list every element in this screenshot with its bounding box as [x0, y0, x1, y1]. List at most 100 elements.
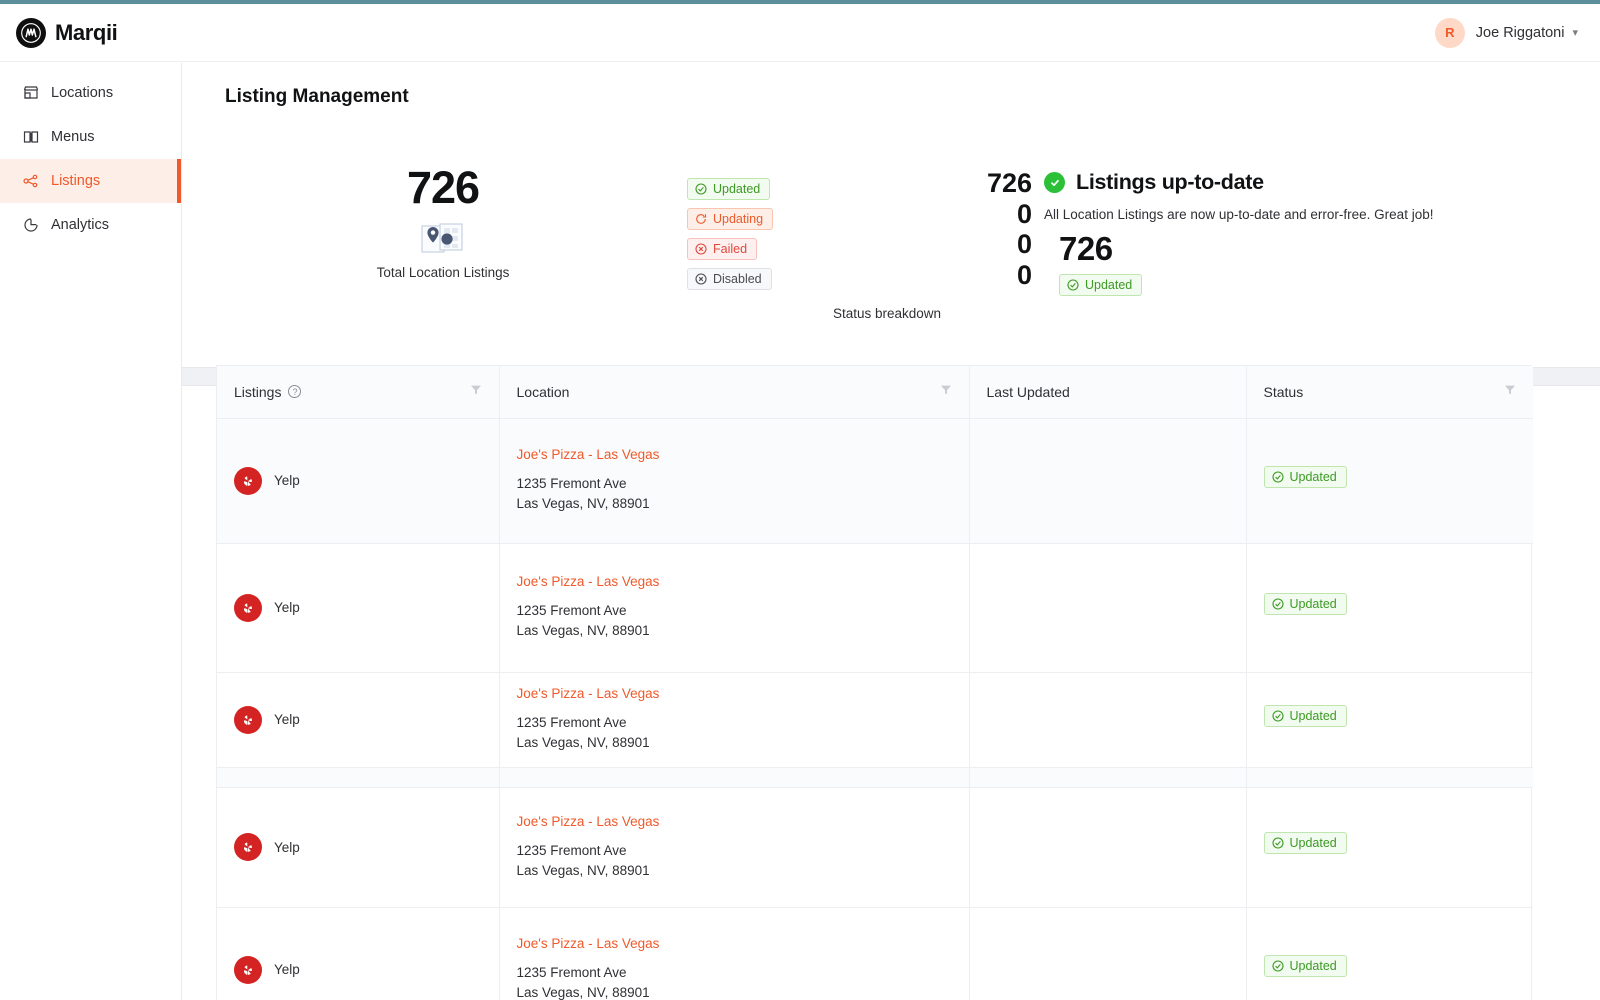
- table-row[interactable]: Yelp Joe's Pizza - Las Vegas 1235 Fremon…: [217, 787, 1533, 908]
- yelp-icon: [234, 466, 262, 495]
- status-breakdown-badges: Updated Updating Failed Disabled: [687, 178, 774, 298]
- book-open-icon: [22, 129, 39, 146]
- panel-status-badge[interactable]: Updated: [1059, 274, 1143, 296]
- cell-last-updated: [969, 787, 1247, 908]
- column-header-location: Location: [499, 366, 970, 419]
- refresh-icon: [695, 213, 707, 225]
- chevron-down-icon[interactable]: ▾: [1572, 26, 1578, 39]
- filter-icon[interactable]: [470, 384, 482, 399]
- status-badge: Updated: [1263, 465, 1347, 488]
- status-badge-updating[interactable]: Updating: [687, 208, 774, 230]
- help-icon[interactable]: ?: [288, 385, 302, 399]
- x-circle-icon: [695, 243, 707, 255]
- slash-circle-icon: [695, 273, 707, 285]
- listings-table-wrapper: Listings ? Location Last Updated Status …: [216, 365, 1533, 1000]
- cell-location: Joe's Pizza - Las Vegas 1235 Fremont Ave…: [499, 907, 970, 1000]
- status-badge-label: Disabled: [713, 272, 762, 286]
- status-badge-label: Updated: [1289, 958, 1337, 973]
- panel-subtitle: All Location Listings are now up-to-date…: [1044, 207, 1434, 222]
- yelp-icon: [234, 833, 262, 861]
- table-row[interactable]: Yelp Joe's Pizza - Las Vegas 1235 Fremon…: [217, 418, 1533, 544]
- sidebar-item-analytics[interactable]: Analytics: [0, 203, 181, 247]
- table-header-row: Listings ? Location Last Updated Status: [217, 366, 1533, 419]
- table-row-spacer: [217, 767, 1533, 788]
- status-badge: Updated: [1263, 832, 1347, 854]
- address-line-2: Las Vegas, NV, 88901: [516, 862, 650, 878]
- nodes-icon: [22, 173, 39, 190]
- cell-status: Updated: [1246, 907, 1533, 1000]
- sidebar-item-listings[interactable]: Listings: [0, 159, 181, 203]
- address-line-2: Las Vegas, NV, 88901: [516, 496, 650, 511]
- panel-status-badge-label: Updated: [1085, 278, 1133, 292]
- yelp-icon: [234, 593, 262, 622]
- sidebar-item-locations[interactable]: Locations: [0, 71, 181, 115]
- sidebar-item-menus[interactable]: Menus: [0, 115, 181, 159]
- table-row[interactable]: Yelp Joe's Pizza - Las Vegas 1235 Fremon…: [217, 672, 1533, 768]
- status-badge-label: Updated: [1289, 596, 1337, 611]
- count-updated: 726: [986, 168, 1032, 198]
- location-link[interactable]: Joe's Pizza - Las Vegas: [517, 574, 952, 589]
- location-link[interactable]: Joe's Pizza - Las Vegas: [517, 814, 952, 829]
- status-badge-label: Failed: [713, 242, 748, 256]
- brand-name: Marqii: [55, 19, 118, 45]
- pie-chart-icon: [22, 217, 39, 234]
- location-link[interactable]: Joe's Pizza - Las Vegas: [517, 936, 952, 951]
- cell-provider: Yelp: [217, 543, 500, 673]
- column-header-last-updated: Last Updated: [969, 366, 1247, 419]
- cell-last-updated: [969, 907, 1247, 1000]
- check-circle-icon: [1271, 470, 1284, 483]
- avatar: R: [1434, 17, 1465, 48]
- column-header-label: Status: [1263, 383, 1304, 400]
- address-line-2: Las Vegas, NV, 88901: [516, 735, 650, 750]
- status-badge-failed[interactable]: Failed: [687, 238, 758, 260]
- location-link[interactable]: Joe's Pizza - Las Vegas: [517, 447, 952, 462]
- status-badge-disabled[interactable]: Disabled: [687, 268, 772, 290]
- count-failed: 0: [1016, 229, 1032, 260]
- cell-status: Updated: [1246, 418, 1533, 544]
- sidebar-item-label: Menus: [51, 129, 95, 145]
- status-badge-label: Updated: [713, 182, 761, 196]
- panel-title: Listings up-to-date: [1076, 170, 1264, 194]
- check-circle-icon: [1067, 279, 1079, 291]
- total-listings-card: 726 Total Location Listings: [333, 165, 553, 280]
- yelp-icon: [234, 705, 262, 734]
- check-circle-icon: [1271, 959, 1284, 972]
- total-listings-caption: Total Location Listings: [376, 265, 510, 280]
- filter-icon[interactable]: [940, 384, 952, 399]
- status-breakdown-counts: 726 0 0 0: [882, 168, 1032, 290]
- provider-label: Yelp: [274, 839, 300, 855]
- table-row[interactable]: Yelp Joe's Pizza - Las Vegas 1235 Fremon…: [217, 907, 1533, 1000]
- cell-provider: Yelp: [217, 787, 500, 908]
- filter-icon[interactable]: [1504, 384, 1516, 399]
- listings-table-body: Yelp Joe's Pizza - Las Vegas 1235 Fremon…: [217, 418, 1533, 1000]
- cell-status: Updated: [1246, 543, 1533, 673]
- user-name: Joe Riggatoni: [1475, 24, 1565, 41]
- storefront-icon: [22, 85, 39, 102]
- brand[interactable]: Marqii: [16, 17, 118, 48]
- column-header-label: Listings: [234, 383, 282, 400]
- yelp-icon: [234, 955, 262, 984]
- address-line-1: 1235 Fremont Ave: [516, 842, 627, 858]
- address-line-2: Las Vegas, NV, 88901: [516, 985, 650, 1000]
- summary-section: 726 Total Location Listings Updated Upda…: [182, 108, 1600, 386]
- status-badge-updated[interactable]: Updated: [687, 178, 771, 200]
- listings-status-panel: Listings up-to-date All Location Listing…: [1044, 170, 1433, 304]
- column-header-label: Last Updated: [986, 383, 1070, 400]
- location-link[interactable]: Joe's Pizza - Las Vegas: [517, 686, 952, 701]
- count-disabled: 0: [1016, 259, 1032, 290]
- cell-status: Updated: [1246, 672, 1533, 768]
- cell-provider: Yelp: [217, 907, 500, 1000]
- check-circle-icon: [1271, 837, 1284, 849]
- check-circle-icon: [1271, 709, 1284, 722]
- user-menu[interactable]: R Joe Riggatoni ▾: [1434, 17, 1578, 48]
- count-updating: 0: [1016, 198, 1032, 229]
- table-row[interactable]: Yelp Joe's Pizza - Las Vegas 1235 Fremon…: [217, 543, 1533, 673]
- status-breakdown-caption: Status breakdown: [832, 306, 942, 321]
- sidebar-item-label: Locations: [51, 85, 114, 101]
- status-badge: Updated: [1263, 954, 1347, 977]
- address-line-1: 1235 Fremont Ave: [516, 476, 627, 491]
- total-listings-value: 726: [406, 162, 480, 213]
- address-line-1: 1235 Fremont Ave: [516, 603, 627, 618]
- cell-location: Joe's Pizza - Las Vegas 1235 Fremont Ave…: [499, 418, 970, 544]
- column-header-status: Status: [1246, 366, 1533, 419]
